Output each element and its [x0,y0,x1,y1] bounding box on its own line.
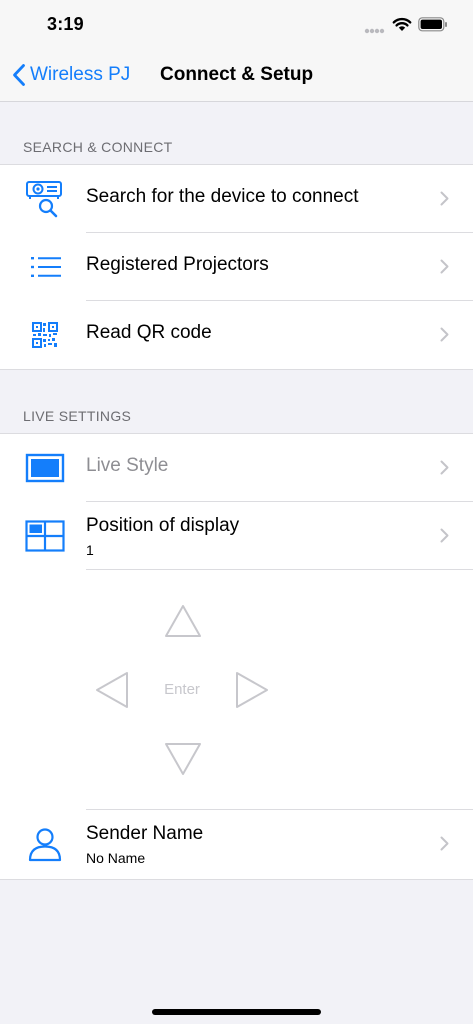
row-registered-projectors[interactable]: Registered Projectors [0,233,473,301]
row-live-style[interactable]: Live Style [0,434,473,502]
row-registered-projectors-label: Registered Projectors [86,254,269,275]
row-read-qr[interactable]: Read QR code [0,301,473,369]
arrow-up-icon[interactable] [164,604,202,638]
chevron-right-icon [440,327,449,342]
chevron-right-icon [440,259,449,274]
sender-name-value: No Name [86,850,146,866]
chevron-left-icon [13,64,25,86]
list-icon [25,247,65,287]
person-icon [25,824,65,864]
projector-search-icon [25,179,65,219]
status-time: 3:19 [47,14,84,34]
search-connect-group: Search for the device to connect Registe… [0,164,473,370]
page-title: Connect & Setup [160,64,314,85]
arrow-right-icon[interactable] [235,671,269,709]
position-of-display-value: 1 [86,542,94,558]
screen-icon [25,448,65,488]
status-bar: 3:19 [0,0,473,50]
row-read-qr-label: Read QR code [86,322,212,343]
arrow-left-icon[interactable] [95,671,129,709]
back-button[interactable]: Wireless PJ [12,60,130,90]
row-position-of-display[interactable]: Position of display 1 [0,502,473,570]
live-settings-group: Live Style Position of display 1 Enter S… [0,433,473,880]
section-header-search-connect: SEARCH & CONNECT [23,139,173,155]
back-button-label: Wireless PJ [30,64,131,85]
row-search-device-label: Search for the device to connect [86,186,359,207]
arrow-down-icon[interactable] [164,742,202,776]
row-divider [86,569,473,570]
row-sender-name-label: Sender Name [86,823,204,844]
chevron-right-icon [440,836,449,851]
chevron-right-icon [440,191,449,206]
direction-pad: Enter [0,571,473,809]
chevron-right-icon [440,460,449,475]
row-search-device[interactable]: Search for the device to connect [0,165,473,233]
battery-icon [418,17,447,32]
section-header-live-settings: LIVE SETTINGS [23,408,132,424]
home-indicator[interactable] [152,1009,321,1015]
enter-button[interactable]: Enter [152,681,212,698]
row-position-of-display-label: Position of display [86,515,240,536]
wifi-icon [392,17,412,31]
navigation-bar: Wireless PJ Connect & Setup [0,50,473,102]
qr-code-icon [25,315,65,355]
cellular-signal-icon [364,28,385,34]
row-sender-name[interactable]: Sender Name No Name [0,810,473,878]
grid-layout-icon [25,516,65,556]
chevron-right-icon [440,528,449,543]
row-live-style-label: Live Style [86,455,169,476]
